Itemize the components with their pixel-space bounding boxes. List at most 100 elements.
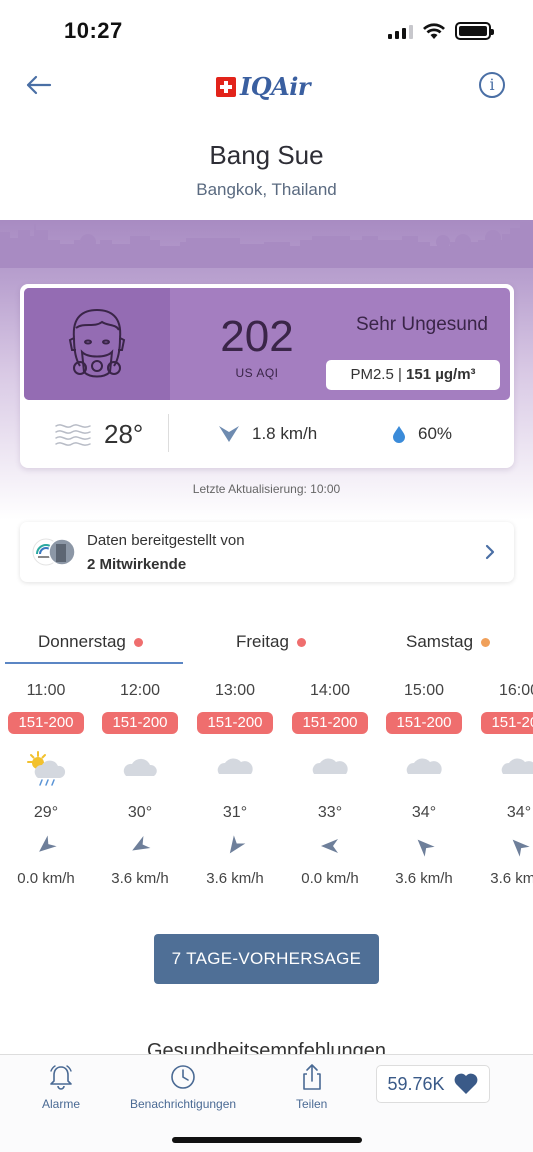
pollutant-name: PM2.5 | xyxy=(350,366,402,383)
aqi-dot xyxy=(481,637,491,647)
main-pollutant-pill: PM2.5 | 151 µg/m³ xyxy=(326,360,500,390)
contributors-count: 2 Mitwirkende xyxy=(87,556,187,573)
hour-column: 12:00 151-200 30° 3.6 km/h xyxy=(92,678,188,898)
hour-aqi-badge: 151-200 xyxy=(481,712,533,734)
day-label: Freitag xyxy=(236,632,289,651)
hour-aqi-badge: 151-200 xyxy=(102,712,178,734)
cloud-icon xyxy=(406,758,442,774)
hour-time: 15:00 xyxy=(403,682,445,699)
battery-icon xyxy=(455,22,494,40)
bell-icon xyxy=(50,1065,72,1090)
hour-column: 11:00 151-200 29° 0.0 km/h xyxy=(0,678,94,898)
cloud-icon xyxy=(501,758,533,774)
hour-wind-speed: 3.6 km/h xyxy=(395,870,453,887)
aqi-face-panel xyxy=(24,288,170,400)
tab-notifications[interactable]: Benachrichtigungen xyxy=(130,1063,236,1111)
wind-direction-icon xyxy=(417,839,435,857)
bottom-tab-bar: Alarme Benachrichtigungen Teilen 59.76K xyxy=(0,1054,533,1152)
hour-temperature: 29° xyxy=(33,804,59,821)
contributors-card[interactable]: Daten bereitgestellt von 2 Mitwirkende xyxy=(20,522,514,582)
hour-aqi-badge: 151-200 xyxy=(292,712,368,734)
tab-alarms[interactable]: Alarme xyxy=(42,1063,80,1111)
wind-direction-icon xyxy=(229,835,246,854)
tab-label: Alarme xyxy=(42,1097,81,1111)
day-label: Samstag xyxy=(406,632,474,651)
status-icons xyxy=(388,22,494,40)
day-label: Donnerstag xyxy=(38,632,126,651)
aqi-value: 202 xyxy=(220,312,294,361)
hour-time: 16:00 xyxy=(498,682,533,699)
nav-bar: IQAir i xyxy=(0,62,533,108)
tab-label: Benachrichtigungen xyxy=(130,1097,237,1111)
hour-wind-speed: 3.6 km/h xyxy=(490,870,533,887)
wifi-icon xyxy=(423,22,445,39)
hour-wind-speed: 0.0 km/h xyxy=(17,870,75,887)
wind-direction-icon xyxy=(39,835,57,852)
hour-temperature: 34° xyxy=(506,804,532,821)
hour-column: 14:00 151-200 33° 0.0 km/h xyxy=(282,678,378,898)
cellular-signal-icon xyxy=(388,23,413,39)
hour-time: 12:00 xyxy=(119,682,161,699)
tab-share[interactable]: Teilen xyxy=(296,1063,327,1111)
heart-icon xyxy=(454,1073,477,1094)
cloud-icon xyxy=(217,758,253,774)
hour-column: 15:00 151-200 34° 3.6 km/h xyxy=(376,678,472,898)
water-drop-icon xyxy=(393,426,405,443)
seven-day-forecast-button[interactable]: 7 TAGE-VORHERSAGE xyxy=(154,934,379,984)
swiss-cross-icon xyxy=(216,76,236,97)
cloud-icon xyxy=(123,758,157,776)
aqi-card: 202 US AQI Sehr Ungesund PM2.5 | 151 µg/… xyxy=(20,284,514,468)
hour-time: 13:00 xyxy=(214,682,256,699)
tab-day-0[interactable]: Donnerstag xyxy=(38,620,143,664)
location-region: Bangkok, Thailand xyxy=(196,180,337,199)
divider xyxy=(168,414,169,452)
city-skyline-graphic xyxy=(0,222,533,268)
aqi-dot xyxy=(133,637,143,647)
pollutant-concentration: 151 µg/m³ xyxy=(406,366,476,383)
weather-row: 28° 1.8 km/h 60% xyxy=(20,400,514,468)
temperature-item: 28° xyxy=(54,400,143,468)
wind-direction-icon xyxy=(132,835,151,851)
humidity-value: 60% xyxy=(418,424,453,443)
haze-icon xyxy=(55,424,91,446)
wind-direction-icon xyxy=(219,426,239,442)
aqi-summary: 202 US AQI Sehr Ungesund PM2.5 | 151 µg/… xyxy=(24,288,510,400)
sun-cloud-rain-icon xyxy=(27,751,66,786)
share-icon xyxy=(302,1064,321,1090)
tab-day-2[interactable]: Samstag xyxy=(406,620,491,664)
hour-wind-speed: 3.6 km/h xyxy=(206,870,264,887)
wind-direction-icon xyxy=(512,839,530,857)
hour-column: 16:00 151-200 34° 3.6 km/h xyxy=(471,678,533,898)
humidity-item: 60% xyxy=(392,400,452,468)
status-time: 10:27 xyxy=(64,18,123,43)
aqi-status-label: Sehr Ungesund xyxy=(355,314,488,335)
info-button[interactable]: i xyxy=(479,72,505,98)
logo-text: IQAir xyxy=(240,72,311,101)
active-tab-indicator xyxy=(5,662,183,664)
clock-icon xyxy=(171,1065,195,1089)
hour-column: 13:00 151-200 31° 3.6 km/h xyxy=(187,678,283,898)
status-bar: 10:27 xyxy=(0,0,533,60)
hour-time: 11:00 xyxy=(26,682,66,699)
like-button[interactable]: 59.76K xyxy=(376,1065,490,1103)
iqair-logo: IQAir xyxy=(216,72,311,101)
face-mask-icon xyxy=(68,308,126,378)
hour-wind-speed: 3.6 km/h xyxy=(111,870,169,887)
chevron-right-icon xyxy=(485,544,495,560)
contributors-label: Daten bereitgestellt von xyxy=(87,532,245,549)
location-name: Bang Sue xyxy=(209,140,324,170)
temperature-value: 28° xyxy=(104,418,144,449)
day-tabs: Donnerstag Freitag Samstag xyxy=(0,620,533,666)
cloud-icon xyxy=(312,758,348,774)
tab-day-1[interactable]: Freitag xyxy=(236,620,306,664)
hourly-forecast[interactable]: 11:00 151-200 29° 0.0 km/h 12:00 151-200… xyxy=(0,678,533,898)
hour-temperature: 31° xyxy=(222,804,248,821)
hour-temperature: 30° xyxy=(127,804,153,821)
wind-speed-value: 1.8 km/h xyxy=(252,424,318,443)
back-arrow-icon[interactable] xyxy=(22,68,56,102)
tab-label: Teilen xyxy=(296,1097,328,1111)
last-update-text: Letzte Aktualisierung: 10:00 xyxy=(192,482,341,496)
wind-direction-icon xyxy=(321,839,338,853)
hour-temperature: 34° xyxy=(411,804,437,821)
hour-wind-speed: 0.0 km/h xyxy=(301,870,359,887)
